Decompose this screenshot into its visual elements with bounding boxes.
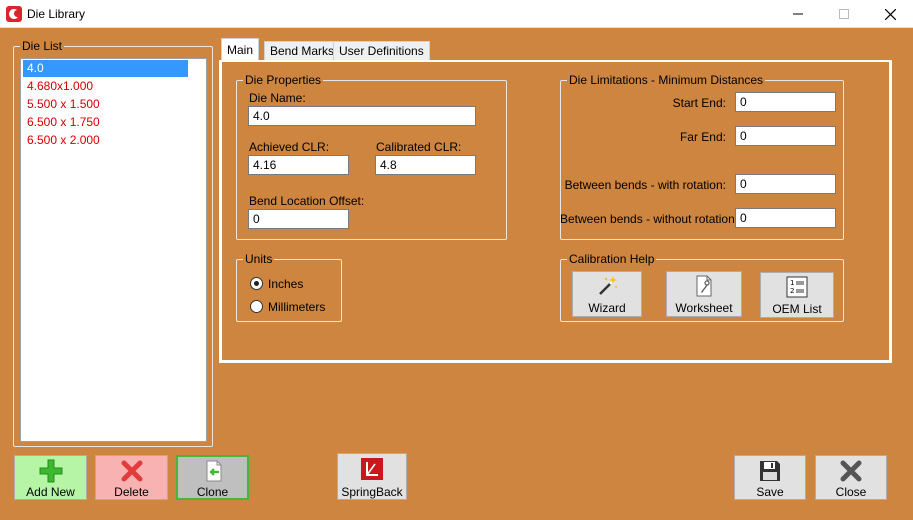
list-item[interactable]: 6.500 x 2.000 bbox=[23, 132, 205, 149]
worksheet-label: Worksheet bbox=[675, 301, 733, 315]
add-new-label: Add New bbox=[26, 485, 75, 499]
add-new-button[interactable]: Add New bbox=[14, 455, 87, 500]
die-name-label: Die Name: bbox=[249, 91, 306, 105]
title-bar: Die Library bbox=[0, 0, 913, 28]
clone-document-icon bbox=[206, 460, 221, 482]
close-button[interactable]: Close bbox=[815, 455, 887, 500]
die-list-label: Die List bbox=[20, 39, 65, 53]
maximize-icon bbox=[839, 9, 849, 19]
list-item[interactable]: 4.680x1.000 bbox=[23, 78, 205, 95]
numbered-list-icon: 1 2 bbox=[786, 276, 808, 298]
close-label: Close bbox=[835, 485, 867, 499]
calibrated-clr-label: Calibrated CLR: bbox=[376, 140, 462, 154]
far-end-input[interactable]: 0 bbox=[735, 126, 836, 146]
oem-list-button[interactable]: 1 2 OEM List bbox=[760, 272, 834, 318]
wizard-label: Wizard bbox=[588, 301, 626, 315]
tab-main[interactable]: Main bbox=[221, 38, 260, 61]
inches-label[interactable]: Inches bbox=[268, 277, 303, 291]
svg-text:2: 2 bbox=[790, 287, 794, 295]
svg-text:1: 1 bbox=[790, 279, 794, 287]
with-rotation-label: Between bends - with rotation: bbox=[564, 178, 726, 192]
millimeters-label[interactable]: Millimeters bbox=[268, 300, 325, 314]
die-properties-label: Die Properties bbox=[243, 73, 324, 87]
calibration-help-label: Calibration Help bbox=[567, 252, 657, 266]
springback-label: SpringBack bbox=[341, 485, 403, 499]
inches-radio[interactable] bbox=[250, 277, 263, 290]
close-x-icon bbox=[840, 460, 862, 482]
springback-button[interactable]: SpringBack bbox=[337, 453, 407, 500]
without-rotation-input[interactable]: 0 bbox=[735, 208, 836, 228]
die-limitations-label: Die Limitations - Minimum Distances bbox=[567, 73, 766, 87]
close-icon bbox=[884, 8, 896, 20]
millimeters-radio[interactable] bbox=[250, 300, 263, 313]
plus-icon bbox=[39, 459, 62, 483]
start-end-label: Start End: bbox=[672, 96, 726, 110]
minimize-icon bbox=[793, 13, 803, 15]
wizard-button[interactable]: Wizard bbox=[572, 271, 642, 317]
save-button[interactable]: Save bbox=[734, 455, 806, 500]
clone-label: Clone bbox=[196, 485, 229, 499]
tab-bend-marks[interactable]: Bend Marks bbox=[264, 41, 341, 61]
list-item[interactable]: 4.0 bbox=[23, 60, 188, 77]
springback-logo-icon bbox=[361, 458, 383, 480]
bend-offset-label: Bend Location Offset: bbox=[249, 194, 365, 208]
calibrated-clr-input[interactable]: 4.8 bbox=[375, 155, 476, 175]
die-name-input[interactable]: 4.0 bbox=[248, 106, 476, 126]
delete-x-icon bbox=[121, 460, 142, 482]
save-label: Save bbox=[756, 485, 784, 499]
floppy-disk-icon bbox=[760, 461, 780, 481]
units-label: Units bbox=[243, 252, 275, 266]
worksheet-icon bbox=[696, 275, 712, 297]
worksheet-button[interactable]: Worksheet bbox=[666, 271, 742, 317]
window-title: Die Library bbox=[27, 7, 86, 21]
bend-offset-input[interactable]: 0 bbox=[248, 209, 349, 229]
with-rotation-input[interactable]: 0 bbox=[735, 174, 836, 194]
maximize-button[interactable] bbox=[821, 0, 867, 28]
start-end-input[interactable]: 0 bbox=[735, 92, 836, 112]
delete-label: Delete bbox=[114, 485, 149, 499]
delete-button[interactable]: Delete bbox=[95, 455, 168, 500]
clone-button[interactable]: Clone bbox=[176, 455, 249, 500]
far-end-label: Far End: bbox=[679, 130, 726, 144]
oem-list-label: OEM List bbox=[772, 302, 822, 316]
tab-user-definitions[interactable]: User Definitions bbox=[333, 41, 430, 61]
app-logo-icon bbox=[6, 6, 22, 22]
close-window-button[interactable] bbox=[867, 0, 913, 28]
without-rotation-label: Between bends - without rotation: bbox=[560, 212, 739, 226]
die-listbox[interactable]: 4.0 4.680x1.000 5.500 x 1.500 6.500 x 1.… bbox=[20, 58, 207, 442]
magic-wand-icon bbox=[599, 276, 617, 295]
minimize-button[interactable] bbox=[775, 0, 821, 28]
achieved-clr-label: Achieved CLR: bbox=[249, 140, 330, 154]
achieved-clr-input[interactable]: 4.16 bbox=[248, 155, 349, 175]
list-item[interactable]: 6.500 x 1.750 bbox=[23, 114, 205, 131]
list-item[interactable]: 5.500 x 1.500 bbox=[23, 96, 205, 113]
